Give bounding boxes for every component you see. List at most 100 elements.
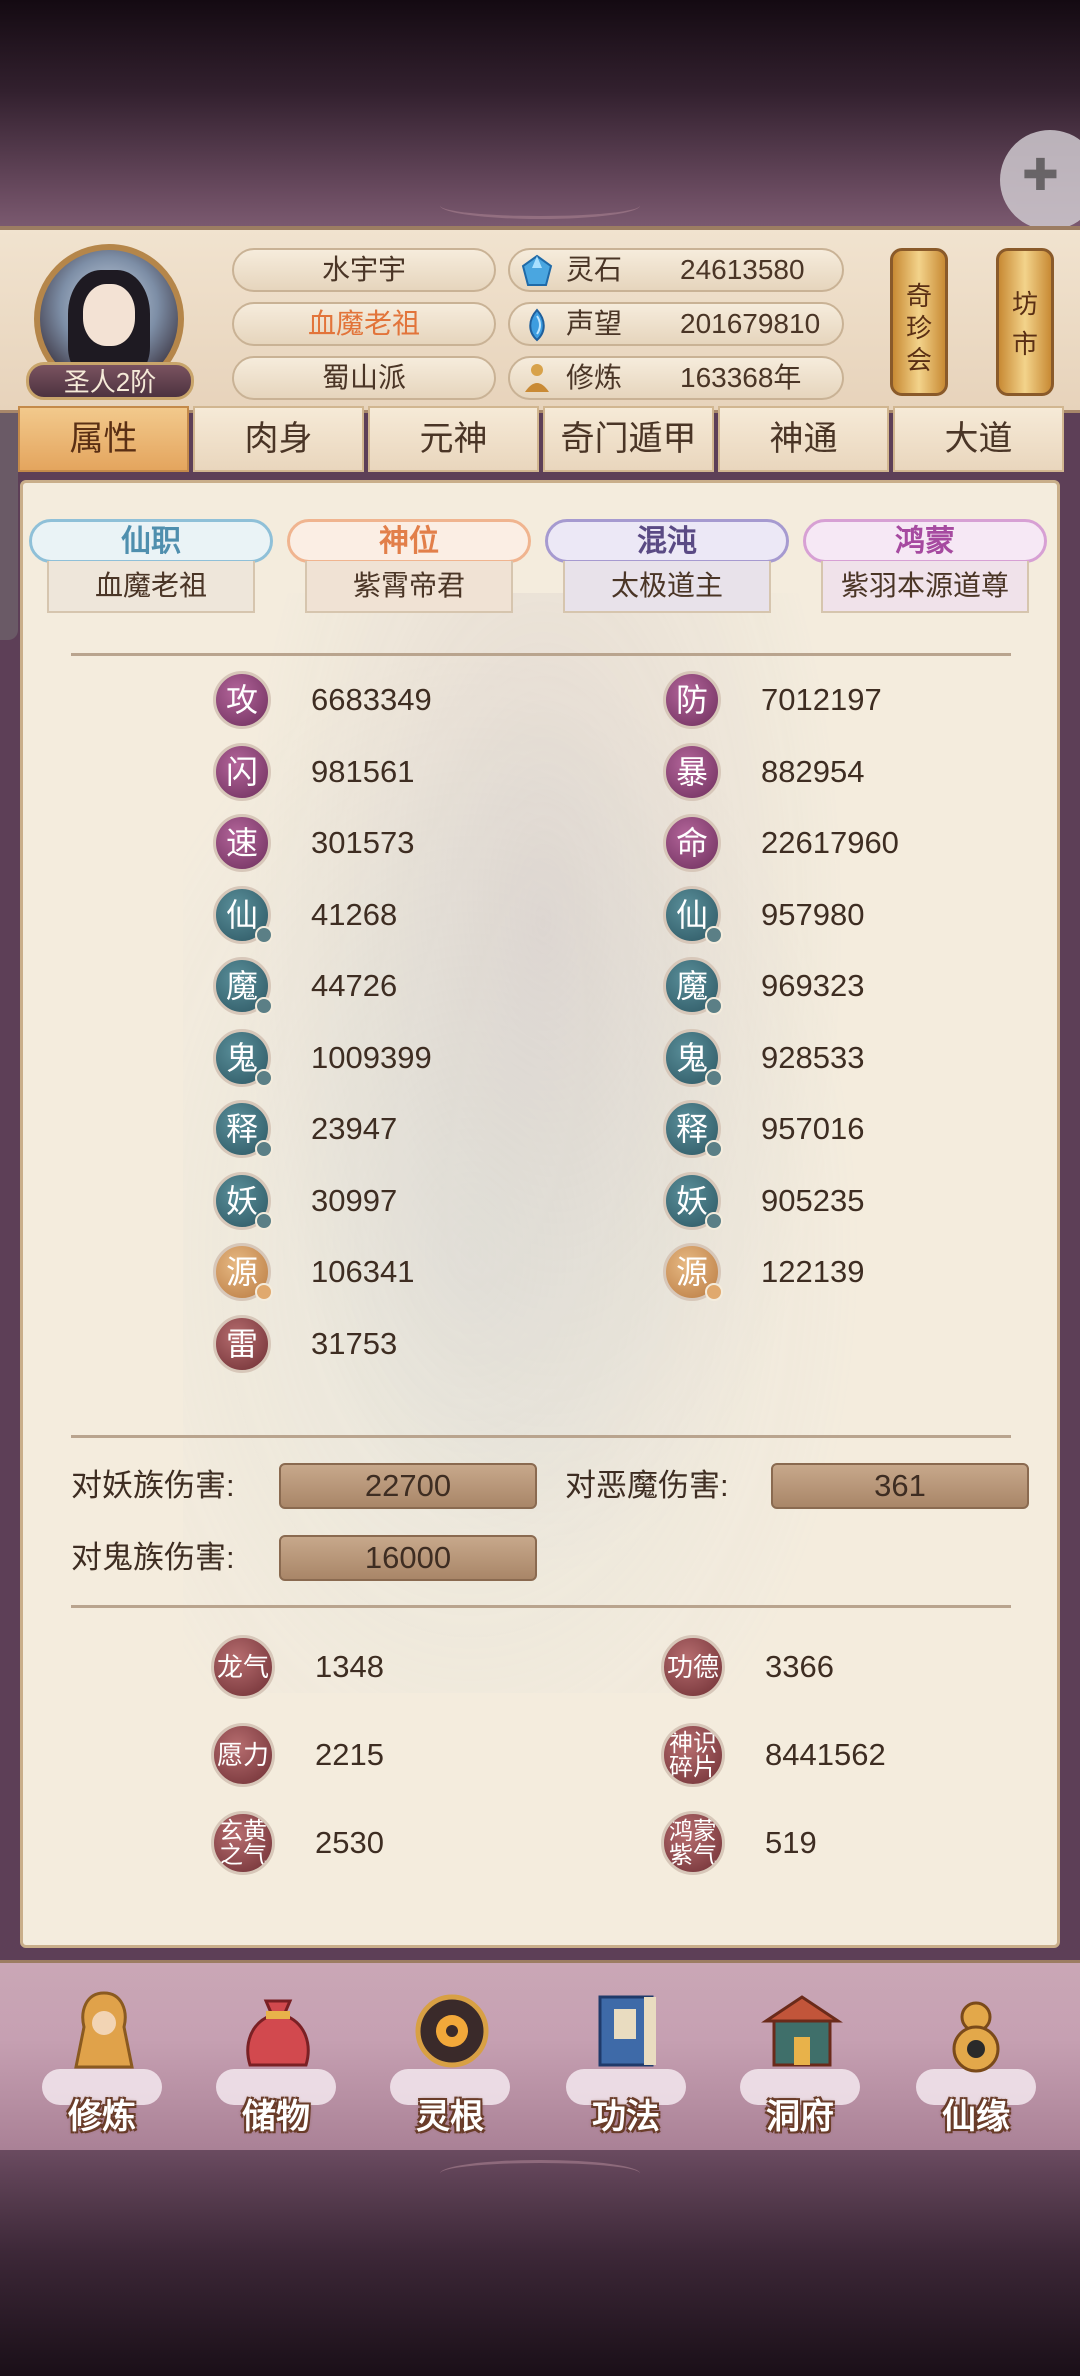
tab-spirit[interactable]: 元神 bbox=[368, 406, 539, 472]
tab-body[interactable]: 肉身 bbox=[193, 406, 364, 472]
stat-badge bbox=[255, 1212, 273, 1230]
attributes-panel: 仙职 血魔老祖 神位 紫霄帝君 混沌 太极道主 鸿蒙 紫羽本源道尊 攻 66833… bbox=[20, 480, 1060, 1948]
stat-value: 301573 bbox=[311, 825, 415, 860]
tab-bar: 属性 肉身 元神 奇门遁甲 神通 大道 bbox=[18, 406, 1064, 474]
damage-vs-demon-label: 对妖族伤害: bbox=[71, 1468, 235, 1503]
spirit-stone-icon bbox=[521, 254, 553, 286]
stat-value: 981561 bbox=[311, 754, 415, 789]
resource-cultivation: 修炼 163368年 bbox=[508, 356, 844, 400]
cultivation-icon bbox=[525, 364, 549, 392]
resource-prestige: 声望 201679810 bbox=[508, 302, 844, 346]
stat-value: 44726 bbox=[311, 968, 398, 1003]
treasure-fair-button[interactable]: 奇 珍 会 bbox=[890, 248, 948, 396]
stat-icon[interactable]: 速 bbox=[213, 814, 271, 872]
nav-cave-dwelling[interactable]: 洞府 bbox=[730, 1983, 870, 2143]
stat-value: 969323 bbox=[761, 968, 865, 1003]
rank-badge: 圣人2阶 bbox=[26, 362, 194, 400]
stat-value: 122139 bbox=[761, 1254, 865, 1289]
spirit-root-orb-icon bbox=[415, 1994, 489, 2068]
stat-value: 22617960 bbox=[761, 825, 899, 860]
prestige-icon bbox=[529, 308, 545, 342]
player-sect: 蜀山派 bbox=[232, 356, 496, 400]
stat-badge bbox=[255, 926, 273, 944]
nav-immortal-fate[interactable]: 仙缘 bbox=[906, 1983, 1046, 2143]
tab-divine-power[interactable]: 神通 bbox=[718, 406, 889, 472]
stat-badge bbox=[705, 926, 723, 944]
meditating-monk-icon bbox=[74, 1991, 134, 2069]
nav-cultivate[interactable]: 修炼 bbox=[32, 1983, 172, 2143]
stat-icon[interactable]: 防 bbox=[663, 671, 721, 729]
nav-spirit-root[interactable]: 灵根 bbox=[380, 1983, 520, 2143]
damage-vs-devil-label: 对恶魔伤害: bbox=[565, 1468, 729, 1503]
role-divine-rank[interactable]: 神位 紫霄帝君 bbox=[287, 519, 531, 619]
misc-stat-value: 2530 bbox=[315, 1825, 384, 1860]
player-title: 血魔老祖 bbox=[232, 302, 496, 346]
stat-icon[interactable]: 暴 bbox=[663, 743, 721, 801]
tab-great-dao[interactable]: 大道 bbox=[893, 406, 1064, 472]
damage-vs-ghost-value: 16000 bbox=[279, 1535, 537, 1581]
stat-badge bbox=[705, 1140, 723, 1158]
stat-value: 106341 bbox=[311, 1254, 415, 1289]
cave-dwelling-icon bbox=[761, 1995, 843, 2067]
stat-value: 7012197 bbox=[761, 682, 882, 717]
stat-value: 905235 bbox=[761, 1183, 865, 1218]
stat-badge bbox=[705, 1069, 723, 1087]
nav-techniques[interactable]: 功法 bbox=[556, 1983, 696, 2143]
stat-badge bbox=[705, 997, 723, 1015]
damage-vs-ghost-label: 对鬼族伤害: bbox=[71, 1540, 235, 1575]
divider bbox=[71, 1435, 1011, 1438]
role-immortal-post[interactable]: 仙职 血魔老祖 bbox=[29, 519, 273, 619]
market-button[interactable]: 坊 市 bbox=[996, 248, 1054, 396]
stat-value: 957016 bbox=[761, 1111, 865, 1146]
puzzle-icon: ✚ bbox=[1022, 151, 1059, 200]
misc-stat-icon[interactable]: 功德 bbox=[661, 1635, 725, 1699]
technique-book-icon bbox=[598, 1995, 656, 2067]
misc-stat-value: 2215 bbox=[315, 1737, 384, 1772]
stat-icon[interactable]: 闪 bbox=[213, 743, 271, 801]
role-chaos[interactable]: 混沌 太极道主 bbox=[545, 519, 789, 619]
resource-spirit-stone: 灵石 24613580 bbox=[508, 248, 844, 292]
damage-vs-devil-value: 361 bbox=[771, 1463, 1029, 1509]
stat-badge bbox=[255, 997, 273, 1015]
misc-stat-icon[interactable]: 玄黄之气 bbox=[211, 1811, 275, 1875]
misc-stat-icon[interactable]: 愿力 bbox=[211, 1723, 275, 1787]
stat-badge bbox=[255, 1140, 273, 1158]
divider bbox=[71, 1605, 1011, 1608]
tab-attributes[interactable]: 属性 bbox=[18, 406, 189, 472]
stat-value: 6683349 bbox=[311, 682, 432, 717]
stat-value: 1009399 bbox=[311, 1040, 432, 1075]
nav-storage[interactable]: 储物 bbox=[206, 1983, 346, 2143]
misc-stat-value: 8441562 bbox=[765, 1737, 886, 1772]
misc-stat-icon[interactable]: 鸿蒙紫气 bbox=[661, 1811, 725, 1875]
stat-badge bbox=[255, 1069, 273, 1087]
misc-stat-value: 519 bbox=[765, 1825, 817, 1860]
misc-stat-value: 1348 bbox=[315, 1649, 384, 1684]
storage-bag-icon bbox=[246, 1999, 310, 2067]
top-ornament bbox=[440, 192, 640, 219]
stat-icon[interactable]: 攻 bbox=[213, 671, 271, 729]
gourd-icon bbox=[952, 2001, 1000, 2073]
divider bbox=[71, 653, 1011, 656]
stat-value: 957980 bbox=[761, 897, 865, 932]
bottom-ornament bbox=[440, 2160, 640, 2187]
misc-stat-value: 3366 bbox=[765, 1649, 834, 1684]
tab-qimen[interactable]: 奇门遁甲 bbox=[543, 406, 714, 472]
player-name: 水宇宇 bbox=[232, 248, 496, 292]
stat-value: 30997 bbox=[311, 1183, 398, 1218]
stat-value: 23947 bbox=[311, 1111, 398, 1146]
stat-badge bbox=[255, 1283, 273, 1301]
damage-vs-demon-value: 22700 bbox=[279, 1463, 537, 1509]
stat-badge bbox=[705, 1283, 723, 1301]
stat-icon[interactable]: 命 bbox=[663, 814, 721, 872]
bottom-nav: 修炼 储物 灵根 功法 洞府 仙缘 bbox=[0, 1960, 1080, 2156]
stat-value: 41268 bbox=[311, 897, 398, 932]
misc-stat-icon[interactable]: 神识碎片 bbox=[661, 1723, 725, 1787]
stat-value: 882954 bbox=[761, 754, 865, 789]
player-header: 圣人2阶 水宇宇 血魔老祖 蜀山派 灵石 24613580 声望 2016798… bbox=[0, 226, 1080, 413]
stat-value: 31753 bbox=[311, 1326, 398, 1361]
role-primordial[interactable]: 鸿蒙 紫羽本源道尊 bbox=[803, 519, 1047, 619]
stat-icon[interactable]: 雷 bbox=[213, 1315, 271, 1373]
stat-value: 928533 bbox=[761, 1040, 865, 1075]
misc-stat-icon[interactable]: 龙气 bbox=[211, 1635, 275, 1699]
stat-badge bbox=[705, 1212, 723, 1230]
